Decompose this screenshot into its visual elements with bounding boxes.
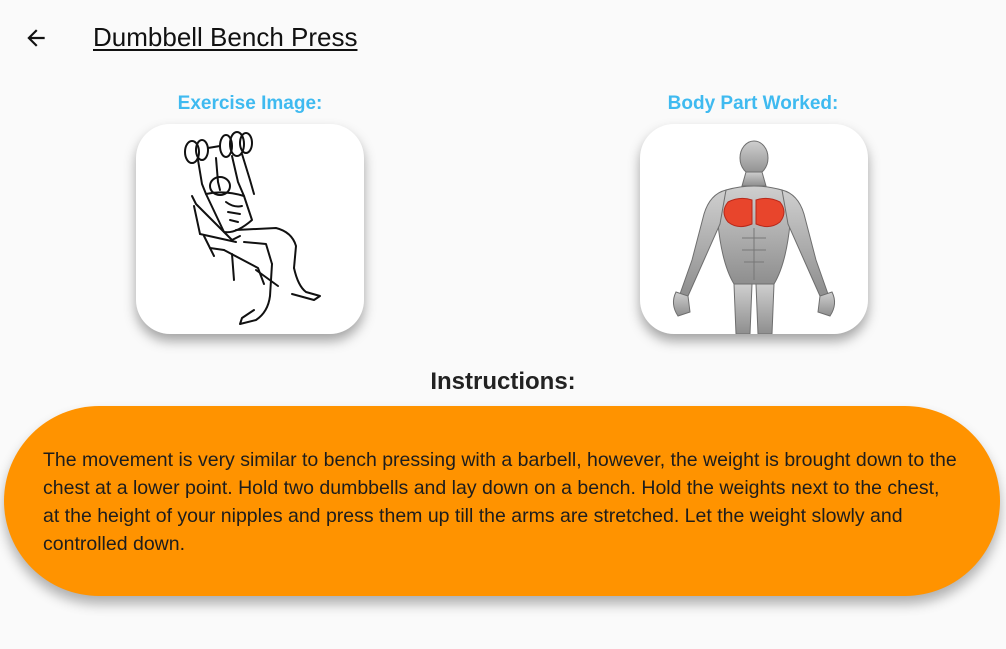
instructions-text: The movement is very similar to bench pr… xyxy=(43,449,957,555)
body-part-card xyxy=(640,124,868,334)
exercise-image-label: Exercise Image: xyxy=(177,93,323,114)
exercise-detail-screen: Dumbbell Bench Press Exercise Image: Bod… xyxy=(0,0,1006,649)
bench-press-illustration xyxy=(184,131,321,325)
page-title: Dumbbell Bench Press xyxy=(93,22,358,52)
instructions-card: The movement is very similar to bench pr… xyxy=(4,406,1000,596)
instructions-heading: Instructions: xyxy=(430,368,576,395)
exercise-image-card xyxy=(136,124,364,334)
back-button[interactable] xyxy=(18,20,54,56)
arrow-left-icon xyxy=(27,29,45,47)
chest-muscle-anatomy xyxy=(672,140,836,334)
body-part-label: Body Part Worked: xyxy=(667,93,839,114)
app-bar: Dumbbell Bench Press xyxy=(0,0,1006,76)
